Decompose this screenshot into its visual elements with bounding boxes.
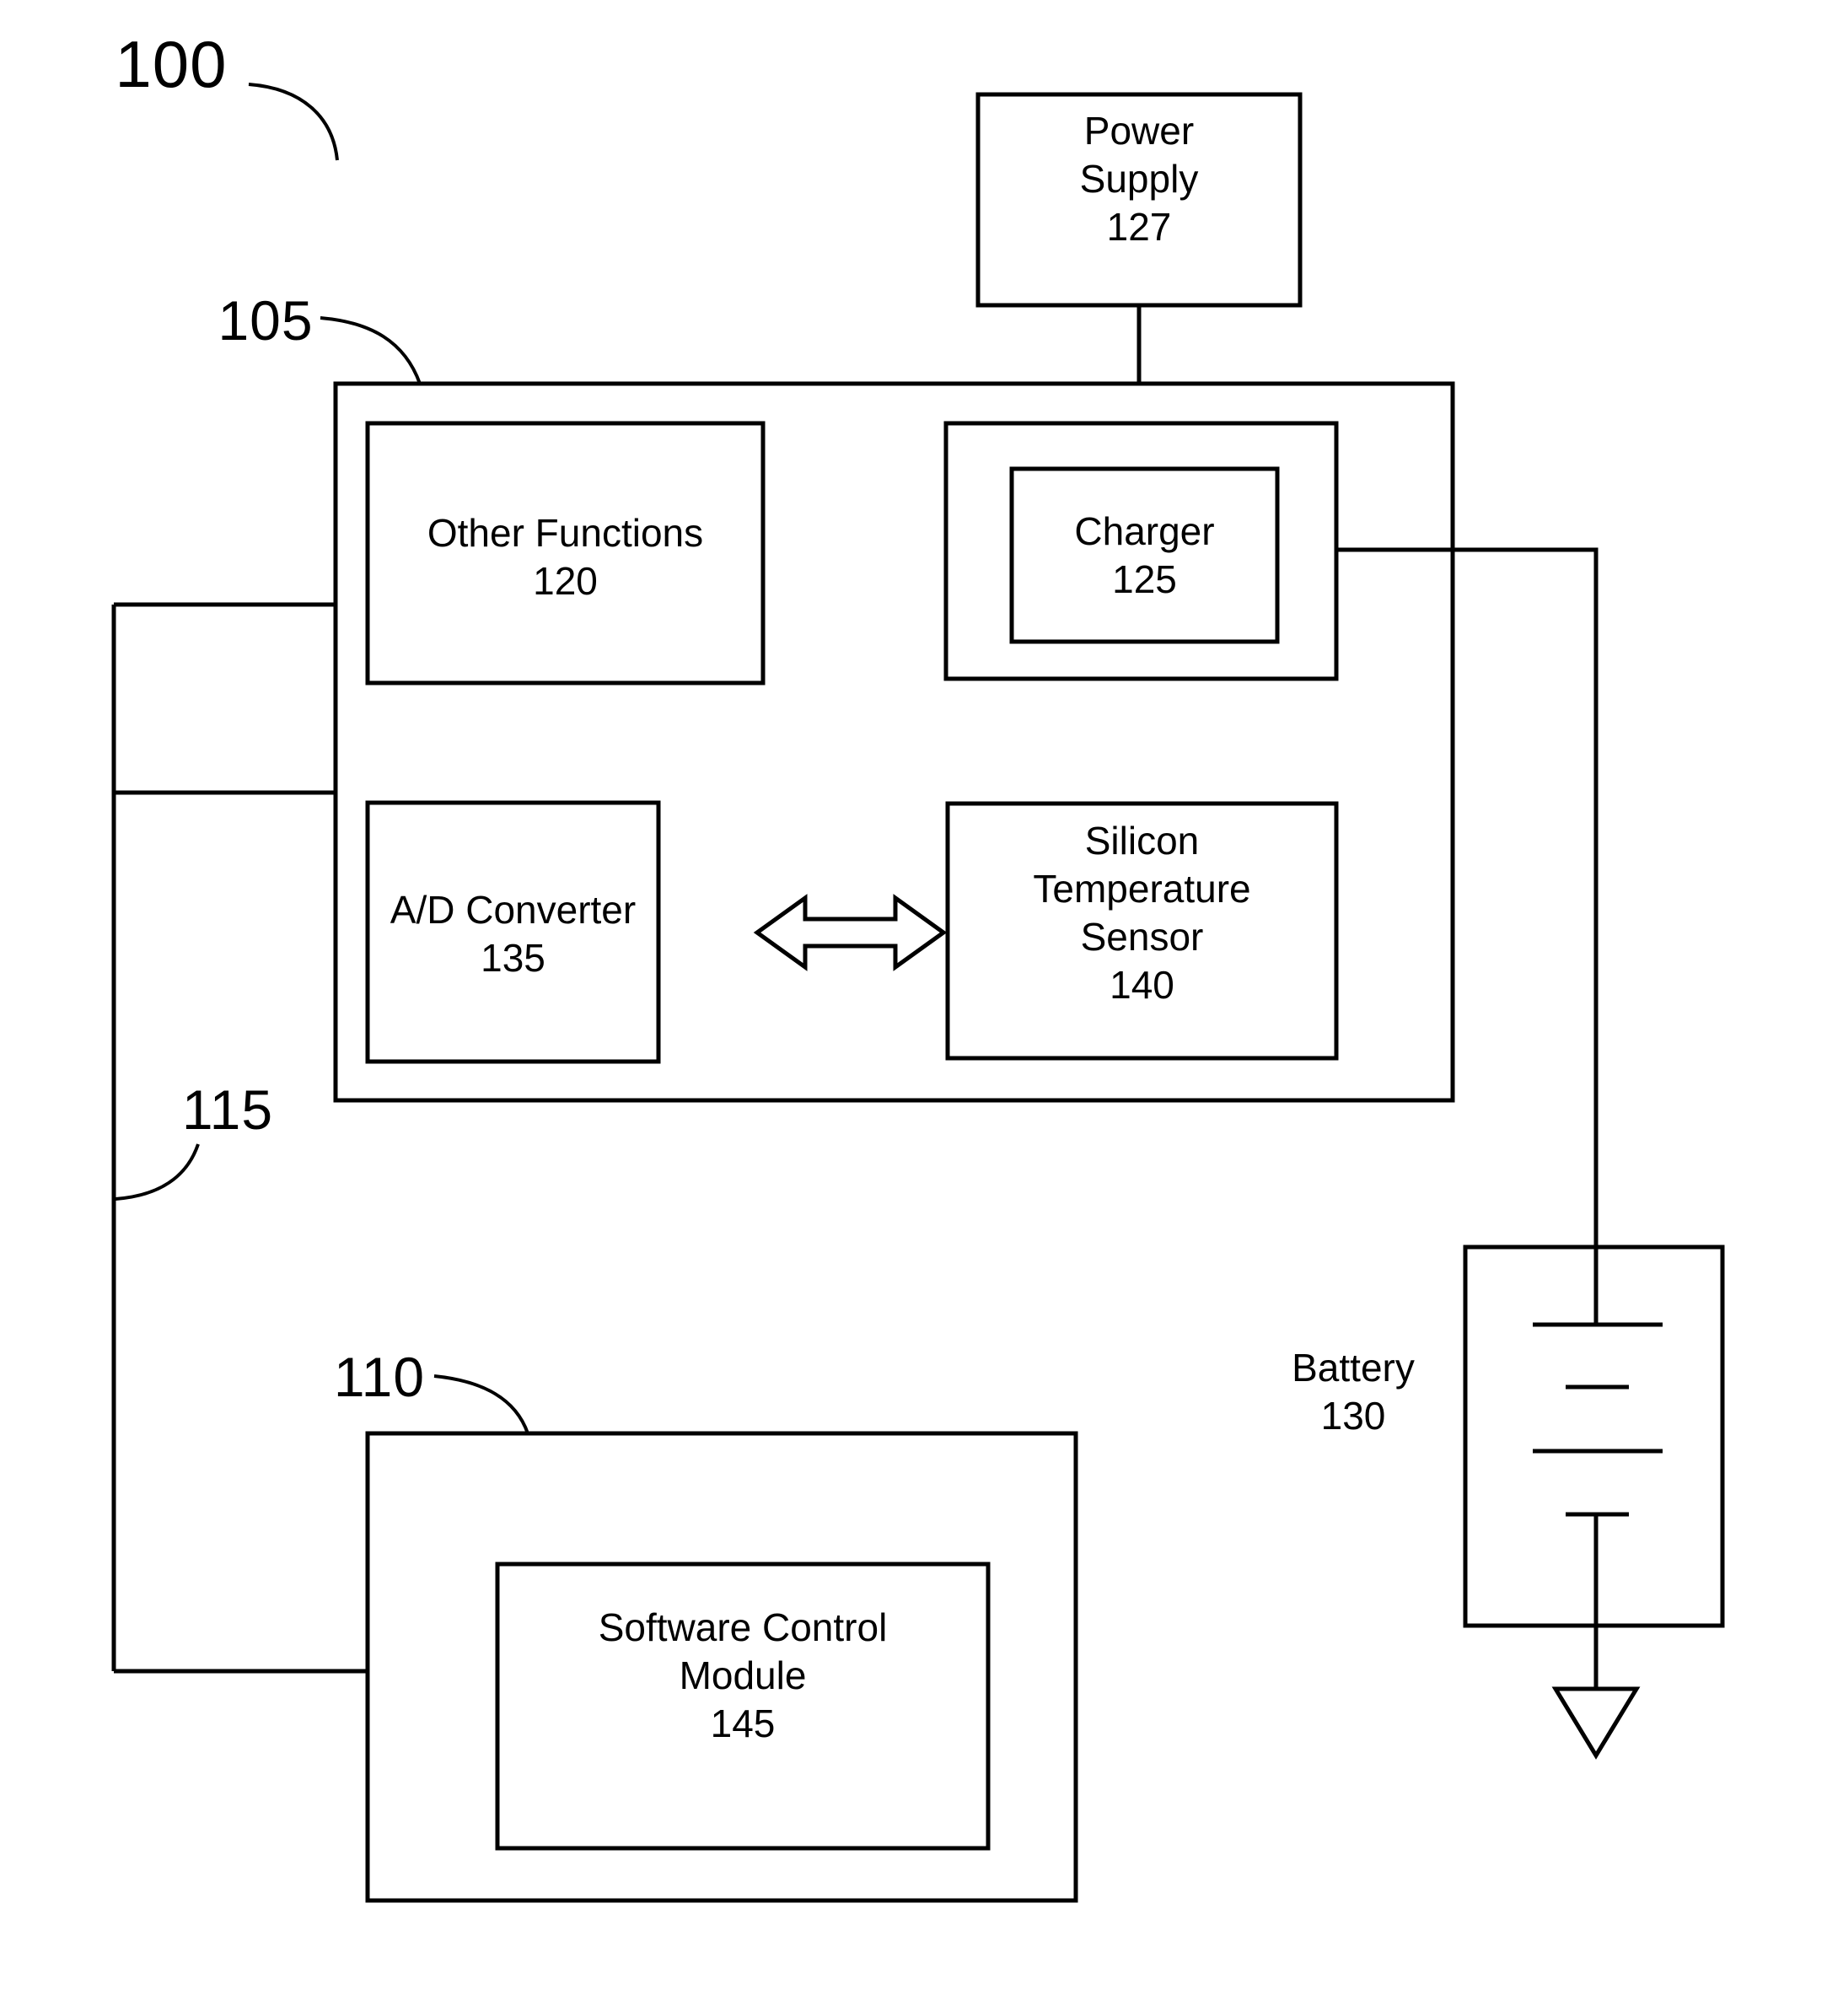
charger-inner-box[interactable] — [1009, 466, 1280, 644]
other-functions-numeral: 120 — [533, 559, 598, 603]
software-control-module-label-line1: Software Control — [598, 1605, 888, 1649]
leader-line-110 — [433, 1374, 529, 1434]
temperature-sensor-numeral: 140 — [1110, 963, 1174, 1007]
double-headed-arrow-icon — [753, 894, 948, 971]
ref-numeral-110: 110 — [333, 1346, 426, 1408]
leader-line-100 — [248, 83, 339, 161]
temperature-sensor-label-line3: Sensor — [1080, 915, 1204, 959]
power-supply-label-line1: Power — [1083, 109, 1195, 153]
other-functions-label: Other Functions — [427, 511, 704, 555]
software-control-module-numeral: 145 — [710, 1702, 776, 1745]
charger-label: Charger — [1074, 509, 1215, 553]
wire-charger-to-battery — [1336, 547, 1599, 1247]
ground-triangle-icon — [1551, 1686, 1641, 1760]
ad-converter-label: A/D Converter — [390, 888, 637, 932]
charger-numeral: 125 — [1112, 557, 1177, 601]
leader-line-115 — [115, 1143, 200, 1201]
ad-converter-numeral: 135 — [481, 936, 545, 980]
temperature-sensor-label-line1: Silicon — [1084, 819, 1200, 863]
leader-line-105 — [320, 316, 422, 384]
temperature-sensor-label-line2: Temperature — [1033, 867, 1251, 911]
battery-label: Battery — [1292, 1346, 1415, 1390]
ref-numeral-105: 105 — [218, 289, 314, 352]
power-supply-numeral: 127 — [1106, 205, 1172, 249]
ref-numeral-115: 115 — [181, 1078, 274, 1141]
battery-cell-symbol — [1533, 1247, 1663, 1626]
ref-numeral-100: 100 — [115, 27, 228, 101]
software-control-module-label-line2: Module — [679, 1653, 807, 1697]
power-supply-label-line2: Supply — [1079, 157, 1199, 201]
battery-numeral: 130 — [1320, 1394, 1386, 1438]
